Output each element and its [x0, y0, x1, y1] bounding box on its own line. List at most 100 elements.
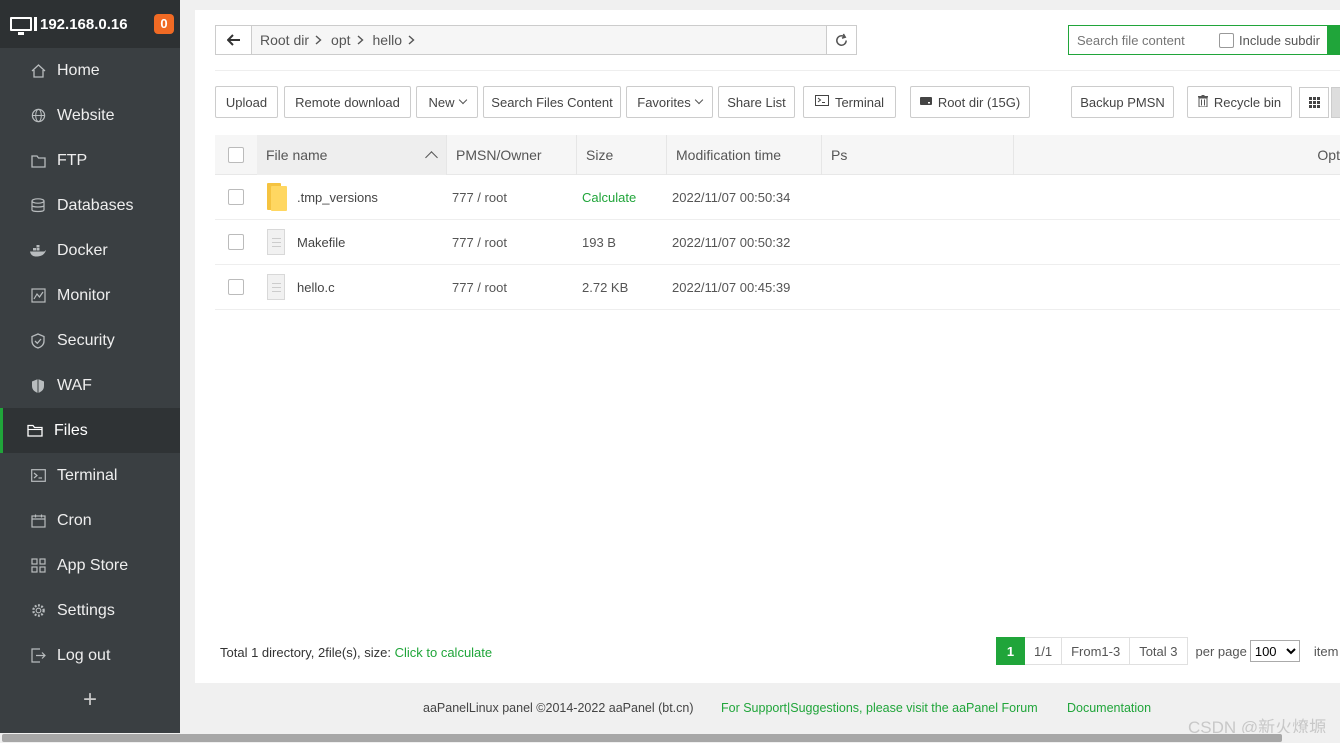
folder-icon [267, 183, 287, 211]
documentation-link[interactable]: Documentation [1067, 701, 1151, 715]
column-modification-time[interactable]: Modification time [667, 134, 822, 175]
sidebar-item-label: Home [57, 61, 100, 79]
sidebar-item-ftp[interactable]: FTP [0, 138, 180, 183]
file-size: 193 B [582, 234, 616, 250]
ftp-icon [30, 153, 46, 169]
breadcrumb-item[interactable]: hello [373, 32, 403, 48]
sidebar-item-settings[interactable]: Settings [0, 588, 180, 633]
sidebar-item-website[interactable]: Website [0, 93, 180, 138]
file-modified-time: 2022/11/07 00:45:39 [672, 279, 791, 295]
sidebar-item-log-out[interactable]: Log out [0, 633, 180, 678]
breadcrumb-item[interactable]: Root dir [260, 32, 309, 48]
grid-view-button[interactable] [1299, 87, 1329, 118]
file-name[interactable]: .tmp_versions [297, 190, 452, 205]
column-file-name[interactable]: File name [257, 134, 447, 175]
gear-icon [30, 603, 46, 619]
file-name[interactable]: hello.c [297, 280, 452, 295]
root-dir-label: Root dir (15G) [937, 94, 1021, 110]
search-files-content-button[interactable]: Search Files Content [483, 86, 621, 118]
backup-pmsn-button[interactable]: Backup PMSN [1071, 86, 1174, 118]
table-row[interactable]: Makefile 777 / root 193 B 2022/11/07 00:50:… [215, 220, 1340, 265]
horizontal-scrollbar[interactable] [0, 733, 1340, 743]
support-forum-link[interactable]: For Support|Suggestions, please visit th… [721, 701, 1038, 715]
breadcrumb-item[interactable]: opt [331, 32, 350, 48]
file-permission[interactable]: 777 / root [452, 190, 582, 205]
select-all-checkbox[interactable] [228, 146, 244, 163]
favorites-label: Favorites [637, 94, 691, 110]
search-file-content-input[interactable] [1069, 27, 1209, 53]
sort-ascending-icon[interactable] [425, 150, 438, 164]
monitor-server-icon [10, 17, 37, 35]
sidebar-item-label: Cron [57, 511, 92, 529]
sidebar-item-monitor[interactable]: Monitor [0, 273, 180, 318]
table-row[interactable]: hello.c 777 / root 2.72 KB 2022/11/07 00:45… [215, 265, 1340, 310]
favorites-dropdown-button[interactable]: Favorites [626, 86, 713, 118]
search-button[interactable] [1327, 25, 1339, 55]
list-view-button[interactable] [1331, 87, 1340, 118]
column-file-name-label: File name [266, 146, 328, 163]
file-type-icon [267, 183, 297, 211]
grid-icon [1308, 97, 1320, 108]
add-menu-button[interactable]: + [0, 678, 180, 722]
sidebar-item-cron[interactable]: Cron [0, 498, 180, 543]
row-checkbox[interactable] [228, 189, 244, 205]
include-subdir-checkbox[interactable] [1219, 32, 1234, 48]
chevron-right-icon [315, 33, 322, 48]
sidebar-item-app-store[interactable]: App Store [0, 543, 180, 588]
chevron-down-icon [694, 95, 703, 105]
breadcrumb: Root dir opt hello [252, 32, 826, 48]
column-ps-label: Ps [831, 146, 848, 163]
column-size[interactable]: Size [577, 134, 667, 175]
refresh-icon[interactable] [826, 26, 856, 54]
share-list-button[interactable]: Share List [718, 86, 795, 118]
search-box: Include subdir [1068, 25, 1340, 55]
root-dir-button[interactable]: Root dir (15G) [910, 86, 1030, 118]
file-name[interactable]: Makefile [297, 235, 452, 250]
new-dropdown-button[interactable]: New [416, 86, 478, 118]
sidebar-item-label: Files [54, 421, 88, 439]
logout-icon [30, 648, 46, 664]
scrollbar-thumb[interactable] [2, 734, 1282, 742]
file-size: 2.72 KB [582, 279, 629, 295]
page-current[interactable]: 1 [996, 637, 1025, 665]
sidebar-item-files[interactable]: Files [0, 408, 180, 453]
back-arrow-icon[interactable] [216, 26, 252, 54]
sidebar-item-label: App Store [57, 556, 129, 574]
share-list-label: Share List [727, 94, 786, 110]
page-total: Total 3 [1130, 637, 1188, 665]
select-all-cell [215, 146, 257, 163]
file-size[interactable]: Calculate [582, 190, 672, 205]
column-pmsn-owner[interactable]: PMSN/Owner [447, 134, 577, 175]
page-count: 1/1 [1025, 637, 1063, 665]
remote-download-button[interactable]: Remote download [284, 86, 411, 118]
per-page-label: per page [1195, 643, 1247, 659]
new-label: New [428, 94, 455, 110]
database-icon [30, 198, 46, 214]
file-permission[interactable]: 777 / root [452, 235, 582, 250]
terminal-button[interactable]: Terminal [803, 86, 896, 118]
home-icon [30, 63, 46, 79]
sidebar-item-label: FTP [57, 151, 88, 169]
notification-badge[interactable]: 0 [154, 14, 174, 34]
per-page-select[interactable]: 100 [1249, 640, 1300, 662]
sidebar-item-terminal[interactable]: Terminal [0, 453, 180, 498]
sidebar-item-security[interactable]: Security [0, 318, 180, 363]
remote-download-label: Remote download [295, 94, 400, 110]
click-to-calculate-link[interactable]: Click to calculate [395, 645, 493, 660]
upload-label: Upload [225, 94, 268, 110]
row-checkbox[interactable] [228, 234, 244, 250]
file-permission[interactable]: 777 / root [452, 280, 582, 295]
sidebar-item-home[interactable]: Home [0, 48, 180, 93]
divider [215, 70, 1340, 71]
upload-button[interactable]: Upload [215, 86, 278, 118]
sidebar-item-databases[interactable]: Databases [0, 183, 180, 228]
chevron-down-icon [458, 95, 467, 105]
column-opt-label: Opt [1317, 146, 1340, 163]
chevron-right-icon [408, 33, 415, 48]
row-checkbox[interactable] [228, 279, 244, 295]
recycle-bin-button[interactable]: Recycle bin [1187, 86, 1292, 118]
table-row[interactable]: .tmp_versions 777 / root Calculate 2022/11/… [215, 175, 1340, 220]
file-modified-time: 2022/11/07 00:50:32 [672, 234, 791, 250]
sidebar-item-docker[interactable]: Docker [0, 228, 180, 273]
sidebar-item-waf[interactable]: WAF [0, 363, 180, 408]
